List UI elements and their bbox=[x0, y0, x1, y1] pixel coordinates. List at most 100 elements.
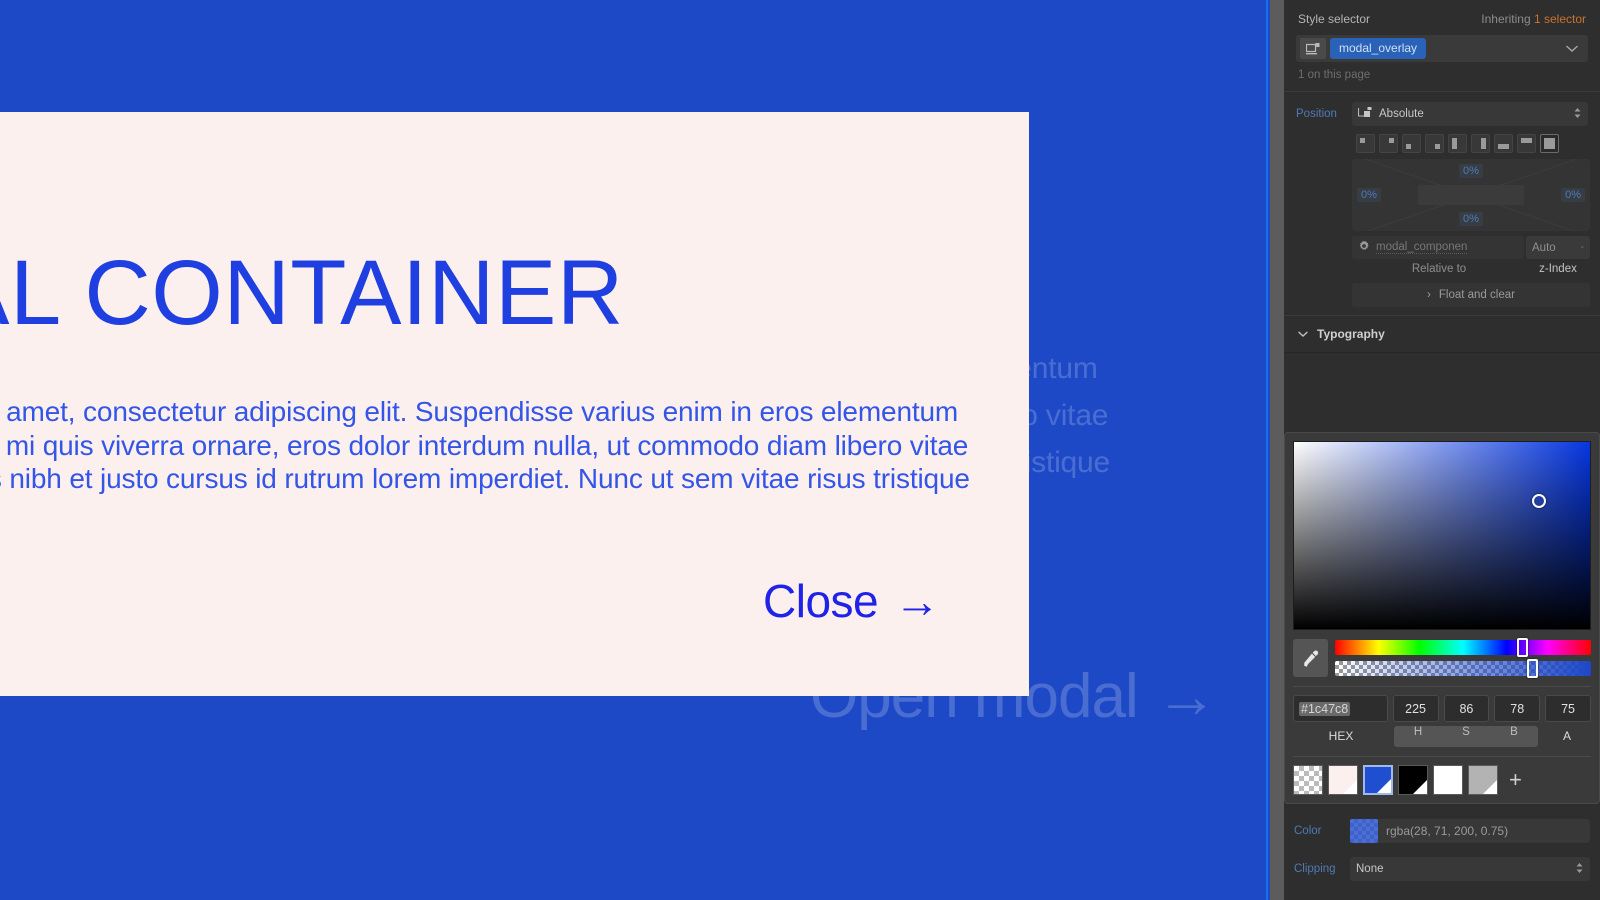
selector-usage-count: 1 on this page bbox=[1298, 69, 1371, 81]
relative-to-caption: Relative to bbox=[1411, 263, 1467, 275]
chevron-down-icon[interactable] bbox=[1566, 42, 1584, 56]
z-index-value: Auto bbox=[1532, 241, 1556, 254]
stepper-icon[interactable] bbox=[1575, 862, 1584, 877]
inheriting-count[interactable]: 1 selector bbox=[1534, 12, 1586, 26]
swatch-black[interactable] bbox=[1398, 765, 1428, 795]
position-preset-full-right[interactable] bbox=[1471, 134, 1490, 153]
swatch-transparent[interactable] bbox=[1293, 765, 1323, 795]
alpha-slider[interactable] bbox=[1335, 659, 1591, 678]
relative-zindex-captions: Relative to z-Index bbox=[1284, 259, 1600, 275]
hue-input[interactable]: 225 bbox=[1392, 695, 1439, 722]
position-preset-bottom-left[interactable] bbox=[1402, 134, 1421, 153]
offset-left-value[interactable]: 0% bbox=[1357, 188, 1381, 202]
typography-section-header[interactable]: Typography bbox=[1284, 315, 1600, 353]
position-section: Position Absolute 0% 0% 0% 0% modal_comp… bbox=[1284, 91, 1600, 315]
swatch-cream[interactable] bbox=[1328, 765, 1358, 795]
relative-to-field[interactable]: modal_componen bbox=[1352, 236, 1524, 259]
saturation-label: S bbox=[1462, 726, 1470, 738]
position-row: Position Absolute bbox=[1284, 98, 1600, 126]
color-field-wrap[interactable]: rgba(28, 71, 200, 0.75) bbox=[1350, 819, 1590, 843]
color-value-row: #1c47c8 225 86 78 75 bbox=[1293, 695, 1591, 722]
picker-divider bbox=[1293, 686, 1591, 687]
position-mode-icon bbox=[1357, 106, 1372, 122]
inheriting-prefix: Inheriting bbox=[1481, 12, 1534, 26]
position-preset-bottom-right[interactable] bbox=[1425, 134, 1444, 153]
position-offset-box[interactable]: 0% 0% 0% 0% bbox=[1352, 159, 1590, 231]
inheriting-note: Inheriting 1 selector bbox=[1481, 12, 1586, 26]
style-selector-label: Style selector bbox=[1298, 12, 1371, 26]
hex-label[interactable]: HEX bbox=[1293, 726, 1389, 747]
color-picker-popover[interactable]: #1c47c8 225 86 78 75 HEX H S B A + bbox=[1284, 432, 1600, 804]
position-preset-row[interactable] bbox=[1284, 126, 1600, 153]
design-canvas[interactable]: Lorem ipsum dolor sit amet, consectetur … bbox=[0, 0, 1268, 900]
color-property-row: Color rgba(28, 71, 200, 0.75) bbox=[1284, 816, 1600, 846]
clipping-property-row: Clipping None bbox=[1284, 855, 1600, 883]
eyedropper-icon[interactable] bbox=[1293, 639, 1328, 677]
swatch-gray[interactable] bbox=[1468, 765, 1498, 795]
hex-value: #1c47c8 bbox=[1299, 701, 1351, 716]
offset-box-inner[interactable] bbox=[1418, 185, 1524, 205]
chevron-right-icon: › bbox=[1427, 289, 1431, 301]
hue-label: H bbox=[1413, 726, 1423, 738]
z-index-field[interactable]: Auto - bbox=[1526, 236, 1590, 259]
modal-body-text: Lorem ipsum dolor sit amet, consectetur … bbox=[0, 396, 970, 494]
hsb-label-group[interactable]: H S B bbox=[1394, 726, 1538, 747]
float-and-clear-toggle[interactable]: › Float and clear bbox=[1352, 283, 1590, 307]
settings-gear-icon bbox=[1358, 240, 1370, 255]
position-value: Absolute bbox=[1379, 108, 1424, 120]
position-preset-top-left[interactable] bbox=[1356, 134, 1375, 153]
position-label[interactable]: Position bbox=[1296, 108, 1352, 120]
arrow-right-icon: → bbox=[894, 575, 940, 627]
app-root: Lorem ipsum dolor sit amet, consectetur … bbox=[0, 0, 1600, 900]
position-preset-full-top[interactable] bbox=[1517, 134, 1536, 153]
style-selector-header: Style selector Inheriting 1 selector bbox=[1284, 0, 1600, 32]
stepper-icon[interactable] bbox=[1573, 107, 1582, 122]
hex-input[interactable]: #1c47c8 bbox=[1293, 695, 1388, 722]
clipping-value: None bbox=[1356, 863, 1384, 875]
chevron-down-icon bbox=[1298, 327, 1308, 341]
z-index-stepper[interactable]: - bbox=[1581, 242, 1584, 253]
offset-right-value[interactable]: 0% bbox=[1561, 188, 1585, 202]
saturation-input[interactable]: 86 bbox=[1443, 695, 1490, 722]
float-and-clear-label: Float and clear bbox=[1438, 289, 1515, 301]
relative-to-value: modal_componen bbox=[1376, 241, 1468, 254]
element-tag-icon[interactable] bbox=[1300, 38, 1326, 59]
brightness-input[interactable]: 78 bbox=[1494, 695, 1541, 722]
modal-overlay[interactable]: MODAL CONTAINER Lorem ipsum dolor sit am… bbox=[0, 0, 1268, 900]
position-preset-full-left[interactable] bbox=[1448, 134, 1467, 153]
swatch-blue[interactable] bbox=[1363, 765, 1393, 795]
swatch-row: + bbox=[1293, 765, 1591, 795]
hue-handle[interactable] bbox=[1517, 638, 1528, 657]
modal-container[interactable]: MODAL CONTAINER Lorem ipsum dolor sit am… bbox=[0, 112, 1029, 696]
saturation-brightness-field[interactable] bbox=[1293, 441, 1591, 630]
hue-slider[interactable] bbox=[1335, 638, 1591, 657]
slider-stack bbox=[1335, 638, 1591, 678]
alpha-input[interactable]: 75 bbox=[1545, 695, 1591, 722]
color-property-label[interactable]: Color bbox=[1294, 825, 1350, 837]
position-select[interactable]: Absolute bbox=[1352, 102, 1588, 126]
position-preset-fill[interactable] bbox=[1540, 134, 1559, 153]
saturation-handle[interactable] bbox=[1532, 494, 1546, 508]
swatch-white[interactable] bbox=[1433, 765, 1463, 795]
modal-close-button[interactable]: Close → bbox=[763, 574, 940, 628]
add-swatch-button[interactable]: + bbox=[1509, 769, 1522, 791]
offset-bottom-value[interactable]: 0% bbox=[1459, 212, 1483, 226]
position-preset-full-bottom[interactable] bbox=[1494, 134, 1513, 153]
picker-divider-2 bbox=[1293, 756, 1591, 757]
alpha-label[interactable]: A bbox=[1543, 726, 1591, 747]
color-value-text[interactable]: rgba(28, 71, 200, 0.75) bbox=[1378, 819, 1590, 843]
style-panel[interactable]: Style selector Inheriting 1 selector mod… bbox=[1284, 0, 1600, 900]
z-index-caption: z-Index bbox=[1539, 263, 1577, 275]
style-selector-input[interactable]: modal_overlay bbox=[1296, 35, 1588, 62]
typography-label: Typography bbox=[1317, 327, 1385, 341]
selected-class-chip[interactable]: modal_overlay bbox=[1330, 38, 1427, 59]
clipping-select[interactable]: None bbox=[1350, 857, 1590, 881]
offset-top-value[interactable]: 0% bbox=[1459, 164, 1483, 178]
position-preset-top-right[interactable] bbox=[1379, 134, 1398, 153]
alpha-handle[interactable] bbox=[1527, 659, 1538, 678]
brightness-label: B bbox=[1510, 726, 1518, 738]
clipping-label[interactable]: Clipping bbox=[1294, 863, 1350, 875]
color-swatch-preview[interactable] bbox=[1350, 819, 1378, 843]
color-label-row: HEX H S B A bbox=[1293, 726, 1591, 747]
modal-close-label: Close bbox=[763, 575, 879, 627]
